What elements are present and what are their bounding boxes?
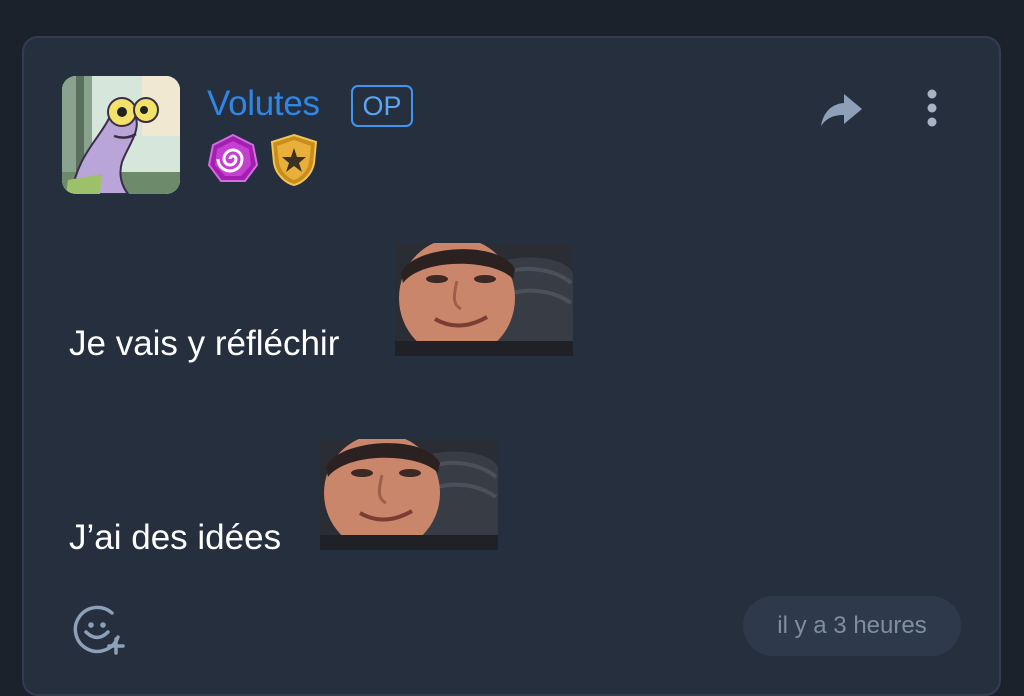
more-options-button[interactable] <box>920 86 944 130</box>
share-button[interactable] <box>820 90 864 130</box>
cartoon-worm-avatar <box>62 76 180 194</box>
post-timestamp: il y a 3 heures <box>743 596 961 656</box>
op-badge: OP <box>351 85 413 127</box>
smiling-man-sticker <box>320 439 498 550</box>
avatar[interactable] <box>62 76 180 194</box>
vertical-dots-icon <box>927 89 937 127</box>
spiral-gem-badge[interactable] <box>207 133 259 185</box>
message-line: Je vais y réfléchir <box>69 324 340 363</box>
smiling-man-sticker <box>395 243 573 356</box>
share-arrow-icon <box>821 94 862 126</box>
message-line: J’ai des idées <box>69 518 282 557</box>
add-emoji-icon <box>73 605 125 655</box>
post-card: Volutes OP Je vais y réfléchir J’ai des … <box>22 36 1001 696</box>
add-reaction-button[interactable] <box>72 601 126 655</box>
star-shield-badge[interactable] <box>268 133 320 187</box>
username[interactable]: Volutes <box>207 84 320 124</box>
